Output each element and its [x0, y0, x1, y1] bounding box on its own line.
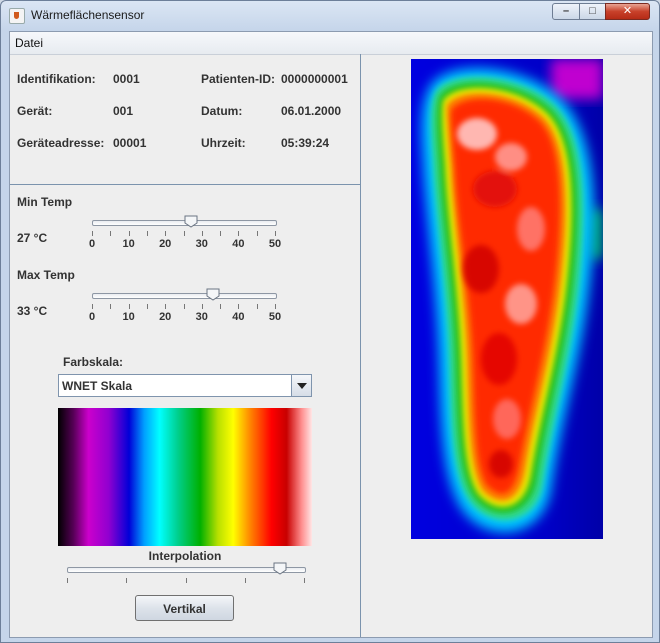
- vertikal-button[interactable]: Vertikal: [135, 595, 234, 621]
- maximize-icon: □: [589, 5, 596, 17]
- slider-tick-label: 10: [122, 311, 135, 323]
- hotspot-2: [495, 143, 527, 171]
- application-window: Wärmeflächensensor – □ ✕ Datei Identifik…: [0, 0, 660, 643]
- chevron-down-icon[interactable]: [291, 375, 311, 396]
- title-bar[interactable]: Wärmeflächensensor – □ ✕: [1, 1, 659, 29]
- hotspot-3: [473, 171, 517, 207]
- slider-tick: [202, 231, 203, 236]
- min-temp-value: 27 °C: [17, 231, 48, 245]
- slider-tick: [92, 304, 93, 309]
- hotspot-9: [489, 450, 513, 478]
- close-icon: ✕: [622, 5, 633, 17]
- slider-thumb[interactable]: [206, 288, 220, 301]
- menu-bar: Datei: [10, 32, 652, 55]
- slider-thumb[interactable]: [273, 562, 287, 575]
- minimize-button[interactable]: –: [552, 3, 580, 20]
- window-title: Wärmeflächensensor: [31, 8, 145, 22]
- thermal-heatmap-svg: [411, 59, 603, 539]
- datum-label: Datum:: [201, 104, 243, 118]
- slider-tick: [165, 304, 166, 309]
- color-scale-selected: WNET Skala: [62, 379, 133, 393]
- color-scale-dropdown[interactable]: WNET Skala: [58, 374, 312, 397]
- slider-thumb[interactable]: [184, 215, 198, 228]
- slider-tick: [257, 231, 258, 236]
- close-button[interactable]: ✕: [605, 3, 650, 20]
- uhrzeit-label: Uhrzeit:: [201, 136, 246, 150]
- slider-tick: [129, 231, 130, 236]
- hotspot-1: [457, 118, 497, 150]
- slider-tick: [165, 231, 166, 236]
- minimize-icon: –: [562, 5, 570, 17]
- heatmap-magenta-region: [551, 59, 603, 99]
- datum-value: 06.01.2000: [281, 104, 342, 118]
- color-scale-preview: [58, 408, 312, 546]
- slider-tick: [238, 231, 239, 236]
- slider-tick: [202, 304, 203, 309]
- slider-tick: [92, 231, 93, 236]
- slider-tick-label: 30: [195, 311, 208, 323]
- uhrzeit-value: 05:39:24: [281, 136, 330, 150]
- slider-tick: [129, 304, 130, 309]
- geraeteadresse-label: Geräteadresse:: [17, 136, 105, 150]
- slider-tick: [67, 578, 68, 583]
- section-divider: [10, 184, 360, 185]
- hotspot-8: [493, 399, 521, 439]
- slider-tick: [220, 231, 221, 236]
- hotspot-5: [463, 245, 499, 293]
- slider-tick-label: 0: [88, 311, 96, 323]
- hotspot-4: [517, 207, 545, 251]
- slider-tick-label: 40: [232, 311, 245, 323]
- slider-tick: [220, 304, 221, 309]
- hotspot-7: [481, 333, 517, 385]
- slider-tick: [147, 304, 148, 309]
- patienten-id-label: Patienten-ID:: [201, 72, 276, 86]
- slider-tick: [110, 304, 111, 309]
- slider-tick: [245, 578, 246, 583]
- geraeteadresse-value: 00001: [113, 136, 147, 150]
- slider-tick: [275, 231, 276, 236]
- slider-tick: [110, 231, 111, 236]
- interpolation-label: Interpolation: [148, 549, 222, 563]
- patienten-id-value: 0000000001: [281, 72, 348, 86]
- thermal-view-panel: [361, 54, 652, 637]
- max-temp-value: 33 °C: [17, 304, 48, 318]
- slider-tick: [257, 304, 258, 309]
- identifikation-value: 0001: [113, 72, 140, 86]
- hotspot-6: [505, 284, 537, 324]
- identifikation-label: Identifikation:: [17, 72, 96, 86]
- slider-tick-label: 50: [268, 238, 282, 250]
- slider-tick-label: 50: [268, 311, 282, 323]
- slider-tick: [184, 231, 185, 236]
- slider-tick: [275, 304, 276, 309]
- slider-tick-label: 40: [232, 238, 245, 250]
- min-temp-label: Min Temp: [17, 195, 73, 209]
- geraet-label: Gerät:: [17, 104, 53, 118]
- slider-tick: [147, 231, 148, 236]
- slider-tick: [186, 578, 187, 583]
- slider-track[interactable]: [67, 567, 306, 573]
- vertikal-button-label: Vertikal: [163, 602, 206, 616]
- control-panel: Identifikation: 0001 Patienten-ID: 00000…: [10, 54, 361, 637]
- slider-tick: [304, 578, 305, 583]
- slider-tick-label: 20: [159, 238, 172, 250]
- slider-tick: [184, 304, 185, 309]
- slider-tick-label: 20: [159, 311, 172, 323]
- maximize-button[interactable]: □: [579, 3, 606, 20]
- client-area: Datei Identifikation: 0001 Patienten-ID:…: [9, 31, 653, 638]
- slider-tick-label: 10: [122, 238, 135, 250]
- geraet-value: 001: [113, 104, 134, 118]
- farbskala-label: Farbskala:: [63, 355, 124, 369]
- slider-track[interactable]: [92, 293, 277, 299]
- slider-tick-label: 30: [195, 238, 208, 250]
- slider-tick: [238, 304, 239, 309]
- slider-tick: [126, 578, 127, 583]
- foot-thermal-image: [411, 59, 603, 539]
- slider-tick-label: 0: [88, 238, 96, 250]
- menu-datei[interactable]: Datei: [15, 36, 43, 50]
- max-temp-label: Max Temp: [17, 268, 75, 282]
- java-app-icon: [9, 8, 25, 24]
